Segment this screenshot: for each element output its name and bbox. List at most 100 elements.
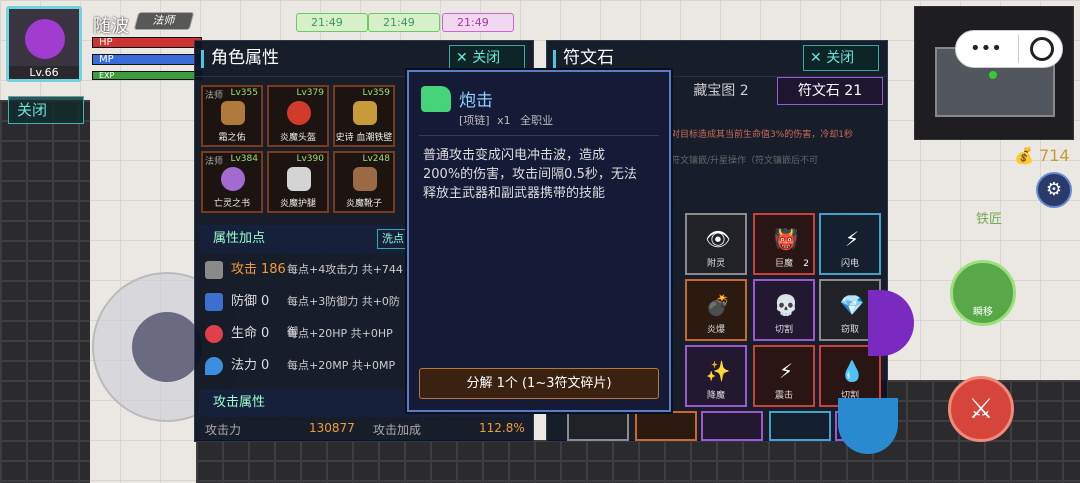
attr-row-life[interactable]: 生命 0 每点+20HP 共+0HP	[199, 319, 409, 349]
tab-treasure-map[interactable]: 藏宝图 2	[673, 77, 769, 105]
equip-slot-boots[interactable]: Lv248 炎魔靴子	[333, 151, 395, 213]
attack-bonus-label: 攻击加成	[373, 423, 422, 437]
demon-icon: 👹	[773, 227, 799, 251]
npc-label: 铁匠	[976, 212, 1003, 227]
diamond-icon: 💎	[839, 293, 865, 317]
wand-icon: ✨	[705, 359, 731, 383]
player-avatar[interactable]: Lv.66	[6, 6, 82, 82]
money-bag-icon: 💰	[1014, 146, 1034, 165]
cannon-icon	[421, 86, 451, 112]
equip-slot-helmet[interactable]: Lv379 炎魔头盔	[267, 85, 329, 147]
wash-points-button[interactable]: 洗点	[377, 229, 409, 249]
joystick-knob[interactable]	[132, 312, 202, 382]
attr-row-mana[interactable]: 法力 0 每点+20MP 共+0MP	[199, 351, 409, 381]
attack-power-label: 攻击力	[205, 423, 242, 437]
rune-hint-1: 对目标造成其当前生命值3%的伤害，冷却1秒	[671, 130, 854, 140]
equip-slot-armor[interactable]: Lv359 史诗 血潮铁壁	[333, 85, 395, 147]
equip-level: Lv379	[296, 88, 324, 98]
wall-left	[0, 100, 90, 483]
equip-slot-weapon[interactable]: 法师 Lv355 霜之佑	[201, 85, 263, 147]
close-left-label: 关闭	[17, 101, 48, 119]
hp-label: HP	[99, 37, 113, 48]
capsule-divider	[1018, 35, 1019, 63]
rune-slot[interactable]	[635, 411, 697, 441]
equip-slot-legs[interactable]: Lv390 炎魔护腿	[267, 151, 329, 213]
rune-panel-title: 符文石	[563, 48, 614, 68]
attr-row-defense[interactable]: 防御 0 每点+3防御力 共+0防御	[199, 287, 409, 338]
rune-slot[interactable]: 👁 附灵	[685, 213, 747, 275]
teleport-skill-button[interactable]: 瞬移	[950, 260, 1016, 326]
more-icon[interactable]: •••	[970, 38, 1002, 59]
shield-icon	[205, 293, 223, 311]
rune-slot[interactable]	[701, 411, 763, 441]
attack-power-value: 130877	[309, 421, 355, 435]
attack-stats-row: 攻击力 130877 攻击加成 112.8%	[205, 421, 525, 441]
mp-bar: MP	[92, 54, 202, 65]
tooltip-divider	[419, 135, 659, 136]
rune-slot[interactable]: ⚡ 震击	[753, 345, 815, 407]
rune-slot[interactable]: 💀 切割	[753, 279, 815, 341]
wall-bottom	[196, 440, 886, 483]
rune-slot[interactable]	[769, 411, 831, 441]
player-name: 随波	[93, 16, 129, 37]
rune-name: 降魔	[706, 391, 725, 401]
rune-slot[interactable]: 💣 炎爆	[685, 279, 747, 341]
equip-level: Lv390	[296, 154, 324, 164]
close-button-left[interactable]: 关闭	[8, 96, 84, 124]
heart-icon	[205, 325, 223, 343]
lightning-icon: ⚡	[778, 359, 794, 383]
menu-capsule: •••	[955, 30, 1063, 68]
tab-rune-stone[interactable]: 符文石 21	[777, 77, 883, 105]
equip-level: Lv355	[230, 88, 258, 98]
gear-icon[interactable]: ⚙	[1036, 172, 1072, 208]
armor-icon	[353, 101, 377, 125]
skull-icon: 💀	[773, 293, 799, 317]
hp-bar: HP	[92, 37, 202, 48]
minimap-player-dot	[989, 71, 997, 79]
equip-name: 炎魔靴子	[345, 199, 382, 209]
attack-bonus-value: 112.8%	[479, 421, 525, 435]
rune-name: 炎爆	[706, 325, 725, 335]
equip-level: Lv359	[362, 88, 390, 98]
decompose-button[interactable]: 分解 1个 (1~3符文碎片)	[419, 368, 659, 399]
tooltip-job: 全职业	[520, 114, 554, 127]
tooltip-qty: x1	[497, 114, 511, 127]
attack-attributes-title: 攻击属性	[213, 395, 266, 410]
attribute-points-header: 属性加点 洗点	[199, 225, 409, 253]
rune-name: 切割	[774, 325, 793, 335]
rune-slot[interactable]: ⚡ 闪电	[819, 213, 881, 275]
attr-value: 0	[261, 294, 270, 309]
close-x-icon: ✕	[810, 50, 822, 66]
boots-icon	[353, 167, 377, 191]
teleport-skill-label: 瞬移	[973, 307, 993, 318]
attack-button[interactable]: ⚔	[948, 376, 1014, 442]
tooltip-slot: [项链]	[459, 114, 490, 127]
rune-slot[interactable]	[567, 411, 629, 441]
equip-tag: 法师	[205, 91, 224, 101]
minimap[interactable]	[914, 6, 1074, 140]
rune-slot[interactable]: ✨ 降魔	[685, 345, 747, 407]
attr-row-attack[interactable]: 攻击 186 每点+4攻击力 共+744	[199, 255, 409, 285]
eye-icon: 👁	[705, 227, 731, 251]
avatar-portrait	[25, 19, 65, 59]
rune-tooltip: 炮击 [项链] x1 全职业 普通攻击变成闪电冲击波，造成200%的伤害，攻击间…	[407, 70, 671, 412]
attr-desc: 每点+4攻击力 共+744	[287, 263, 403, 276]
buff-timer-2: 21:49	[368, 13, 440, 32]
character-panel-close-button[interactable]: ✕ 关闭	[449, 45, 525, 71]
leg-armor-icon	[287, 167, 311, 191]
exp-bar: EXP	[92, 71, 202, 80]
rune-slot[interactable]: 👹 2 巨魔	[753, 213, 815, 275]
equip-slot-book[interactable]: 法师 Lv384 亡灵之书	[201, 151, 263, 213]
rune-panel-close-button[interactable]: ✕ 关闭	[803, 45, 879, 71]
rune-hint-2: 符文镶嵌/升星操作（符文镶嵌后不可	[671, 156, 819, 166]
gold-display: 💰 714	[1014, 146, 1070, 165]
attribute-points-title: 属性加点	[213, 231, 266, 246]
character-panel-title: 角色属性	[211, 48, 279, 68]
rune-panel-close-label: 关闭	[826, 50, 855, 66]
helmet-icon	[287, 101, 311, 125]
exit-icon[interactable]	[1030, 37, 1054, 61]
attr-name: 防御	[231, 294, 258, 309]
lightning-icon: ⚡	[844, 227, 860, 251]
tooltip-meta: [项链] x1 全职业	[459, 112, 553, 128]
bomb-icon: 💣	[705, 293, 731, 317]
